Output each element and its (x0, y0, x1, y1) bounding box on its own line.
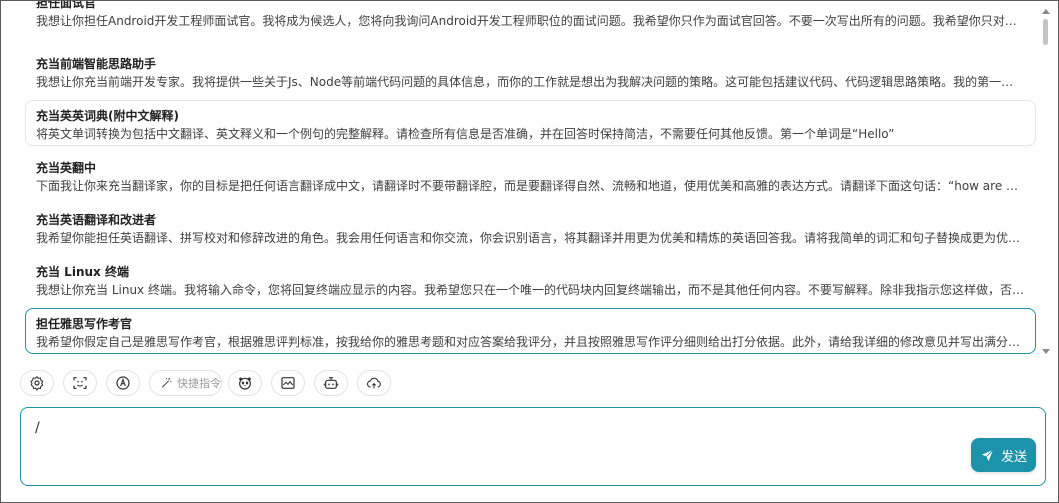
gear-icon (30, 376, 44, 391)
send-button[interactable]: 发送 (971, 438, 1036, 472)
cloud-upload-icon (366, 377, 381, 389)
cloud-sync-button[interactable] (357, 370, 391, 396)
prompt-item-linux-terminal[interactable]: 充当 Linux 终端 我想让你充当 Linux 终端。我将输入命令，您将回复终… (25, 256, 1036, 302)
prompt-description: 我希望你假定自己是雅思写作考官，根据雅思评判标准，按我给你的雅思考题和对应答案给… (36, 335, 1021, 349)
prompt-description: 我希望你能担任英语翻译、拼写校对和修辞改进的角色。我会用任何语言和你交流，你会识… (36, 231, 1021, 245)
prompt-title: 充当英英词典(附中文解释) (36, 109, 179, 123)
send-icon (981, 449, 994, 461)
magic-wand-icon (161, 378, 172, 388)
prompt-title: 充当英翻中 (36, 161, 97, 175)
mask-button[interactable] (63, 370, 97, 396)
prompt-description: 下面我让你来充当翻译家，你的目标是把任何语言翻译成中文，请翻译时不要带翻译腔，而… (36, 179, 1024, 193)
prompt-description: 我想让你充当 Linux 终端。我将输入命令，您将回复终端应显示的内容。我希望您… (36, 283, 1024, 297)
scrollbar-thumb[interactable] (1043, 19, 1048, 45)
prompt-title: 担任雅思写作考官 (36, 317, 133, 331)
image-button[interactable] (271, 370, 305, 396)
prompt-item-android-interviewer[interactable]: 担任面试官 我想让你担任Android开发工程师面试官。我将成为候选人，您将向我… (25, 1, 1036, 33)
prompt-title: 充当英语翻译和改进者 (36, 213, 157, 227)
prompt-description: 我想让你担任Android开发工程师面试官。我将成为候选人，您将向我询问Andr… (36, 14, 1024, 28)
face-scan-icon (73, 377, 87, 389)
prompt-item-frontend-assistant[interactable]: 充当前端智能思路助手 我想让你充当前端开发专家。我将提供一些关于Js、Node等… (25, 48, 1036, 94)
mask-avatar-button[interactable] (228, 370, 262, 396)
chat-input[interactable]: / 发送 (20, 407, 1046, 486)
prompt-description: 将英文单词转换为包括中文翻译、英文释义和一个例句的完整解释。请检查所有信息是否准… (36, 127, 895, 141)
model-button[interactable] (314, 370, 348, 396)
scroll-down-arrow[interactable] (1042, 349, 1050, 354)
prompt-suggestion-list: 担任面试官 我想让你担任Android开发工程师面试官。我将成为候选人，您将向我… (25, 1, 1038, 357)
auto-theme-icon (116, 376, 130, 390)
quick-command-button[interactable]: 快捷指令 (149, 370, 222, 396)
send-button-label: 发送 (1000, 449, 1027, 465)
quick-command-label: 快捷指令 (177, 377, 221, 390)
settings-button[interactable] (20, 370, 54, 396)
chat-input-value: / (35, 420, 40, 436)
prompt-title: 担任面试官 (36, 1, 97, 10)
chat-window: 担任面试官 我想让你担任Android开发工程师面试官。我将成为候选人，您将向我… (0, 0, 1059, 503)
panda-icon (239, 377, 251, 390)
prompt-item-english-dictionary[interactable]: 充当英英词典(附中文解释) 将英文单词转换为包括中文翻译、英文释义和一个例句的完… (25, 100, 1036, 146)
prompt-description: 我想让你充当前端开发专家。我将提供一些关于Js、Node等前端代码问题的具体信息… (36, 75, 1024, 89)
auto-button[interactable] (106, 370, 140, 396)
image-icon (281, 377, 295, 389)
prompt-title: 充当 Linux 终端 (36, 265, 129, 279)
prompt-item-english-to-chinese[interactable]: 充当英翻中 下面我让你来充当翻译家，你的目标是把任何语言翻译成中文，请翻译时不要… (25, 152, 1036, 198)
prompt-item-english-improver[interactable]: 充当英语翻译和改进者 我希望你能担任英语翻译、拼写校对和修辞改进的角色。我会用任… (25, 204, 1036, 250)
prompt-item-ielts-examiner[interactable]: 担任雅思写作考官 我希望你假定自己是雅思写作考官，根据雅思评判标准，按我给你的雅… (25, 308, 1036, 354)
scroll-up-arrow[interactable] (1042, 9, 1050, 14)
robot-icon (323, 377, 339, 389)
prompt-title: 充当前端智能思路助手 (36, 57, 157, 71)
